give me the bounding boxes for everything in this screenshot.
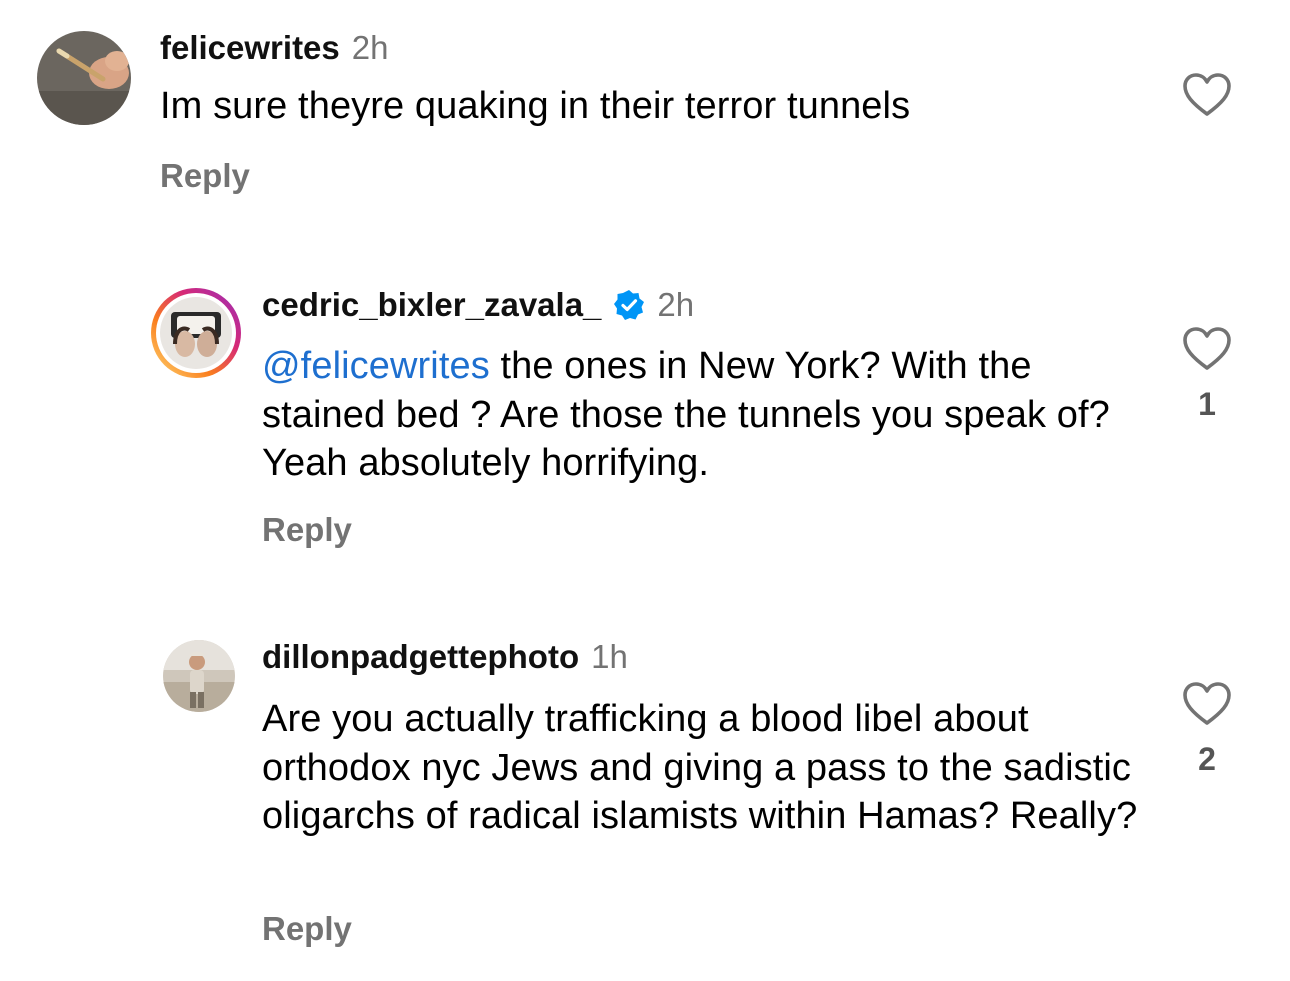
comment-timestamp: 1h <box>591 638 628 675</box>
comment-username[interactable]: felicewrites <box>160 28 340 68</box>
reply-button[interactable]: Reply <box>262 910 352 948</box>
comment-username[interactable]: dillonpadgettephoto <box>262 637 579 677</box>
avatar[interactable] <box>149 286 243 380</box>
story-ring-avatar-icon <box>151 288 241 378</box>
comment-timestamp: 2h <box>657 286 695 323</box>
mention-link[interactable]: @felicewrites <box>262 345 490 387</box>
comment-text-body: Are you actually trafficking a blood lib… <box>262 698 1138 837</box>
comment-timestamp: 2h <box>351 29 389 66</box>
heart-icon[interactable] <box>1182 326 1232 372</box>
reply-button[interactable]: Reply <box>160 157 250 195</box>
avatar[interactable] <box>37 31 131 125</box>
avatar[interactable] <box>163 640 235 712</box>
person-photo-avatar-icon <box>163 640 235 712</box>
heart-icon[interactable] <box>1182 681 1232 727</box>
comment-text: Im sure theyre quaking in their terror t… <box>160 82 1150 131</box>
comment-text: @felicewrites the ones in New York? With… <box>262 342 1142 488</box>
like-count: 1 <box>1198 386 1216 422</box>
like-count: 2 <box>1198 741 1216 777</box>
verified-badge-icon <box>614 290 645 320</box>
hand-writing-photo-icon <box>37 31 131 125</box>
comment-item: felicewrites 2h Im sure theyre quaking i… <box>0 0 1290 230</box>
reply-button[interactable]: Reply <box>262 511 352 549</box>
comment-text: Are you actually trafficking a blood lib… <box>262 695 1142 841</box>
heart-icon[interactable] <box>1182 72 1232 118</box>
comment-text-body: Im sure theyre quaking in their terror t… <box>160 85 911 127</box>
comment-username[interactable]: cedric_bixler_zavala_ <box>262 285 601 325</box>
